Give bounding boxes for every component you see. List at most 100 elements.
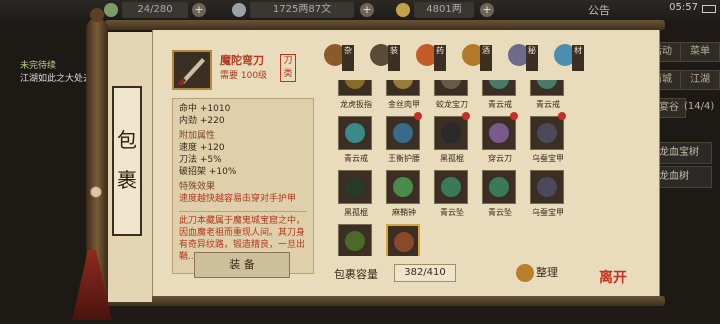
capacity-value: 382/410 — [394, 264, 456, 282]
slot-label: 乌蚕宝甲 — [532, 208, 564, 217]
sort-button[interactable]: 整理 — [512, 262, 572, 284]
slot-frame — [530, 170, 564, 204]
top-status-bar: 24/280 + 1725两87文 + 4801两 + 公告 05:57 — [0, 0, 720, 20]
slot-label: 王衡护腰 — [388, 154, 420, 163]
inventory-slot[interactable]: 青云戒 — [480, 80, 520, 110]
staff-icon — [441, 123, 461, 143]
coins-value: 1725两87文 — [250, 2, 354, 18]
tab-inventory[interactable]: 包裹 — [112, 86, 142, 236]
slot-label: 蛟龙宝刀 — [436, 100, 468, 109]
filter-label: 装 — [388, 45, 400, 71]
slot-label: 金丝肉甲 — [388, 100, 420, 109]
inventory-slot[interactable]: 黑孤棍 — [336, 170, 376, 218]
base-stat: 命中 +1010 — [179, 104, 231, 114]
inventory-slot[interactable]: 青云坠 — [432, 170, 472, 218]
filter-tab[interactable]: 酒 — [460, 42, 494, 76]
slot-label: 穿云刀 — [488, 154, 512, 163]
slot-label: 黑孤棍 — [440, 154, 464, 163]
coin-icon — [232, 3, 246, 17]
slot-frame — [482, 170, 516, 204]
inventory-slot[interactable]: 斷工 — [336, 224, 376, 256]
slot-frame — [386, 80, 420, 96]
blade-icon — [394, 232, 414, 252]
inventory-slot[interactable]: 龙虎扳指 — [336, 80, 376, 110]
slot-label: 黑孤棍 — [344, 208, 368, 217]
ring-icon — [345, 80, 365, 89]
special-title: 特殊效果 — [179, 182, 216, 192]
filter-label: 药 — [434, 45, 446, 71]
slot-frame — [338, 116, 372, 150]
slot-label: 麻鞘钟 — [392, 208, 416, 217]
filter-tab[interactable]: 装 — [368, 42, 402, 76]
slot-label: 青云坠 — [440, 208, 464, 217]
clock: 05:57 — [669, 2, 698, 13]
inventory-slot[interactable]: 青云戒 — [528, 80, 568, 110]
gem-marker-icon — [414, 112, 422, 120]
blade-icon — [489, 123, 509, 143]
extra-stat: 刀法 +5% — [179, 155, 222, 165]
scroll-roll-bottom — [105, 296, 665, 306]
rock-icon — [345, 231, 365, 251]
filter-tab[interactable]: 药 — [414, 42, 448, 76]
slot-label: 青云坠 — [488, 208, 512, 217]
slot-frame — [386, 224, 420, 256]
slot-label: 青云戒 — [344, 154, 368, 163]
inventory-slot[interactable]: 魔陀弯刀 — [384, 224, 424, 256]
inventory-slot[interactable]: 青云坠 — [480, 170, 520, 218]
slot-label: 青云戒 — [488, 100, 512, 109]
extra-stat: 破招架 +10% — [179, 167, 237, 177]
filter-tab[interactable]: 秘 — [506, 42, 540, 76]
blade-icon — [441, 80, 461, 89]
bell-icon — [393, 177, 413, 197]
belt-icon — [393, 123, 413, 143]
filter-label: 材 — [572, 45, 584, 71]
special-text: 速度越快越容易击穿对手护甲 — [179, 194, 297, 204]
armor-icon — [393, 80, 413, 89]
jianghu-button[interactable]: 江湖 — [680, 70, 720, 90]
slot-frame — [434, 116, 468, 150]
add-gems-button[interactable]: + — [480, 3, 494, 17]
item-type-badge: 刀类 — [280, 54, 296, 82]
inventory-slot[interactable]: 黑孤棍 — [432, 112, 472, 164]
scroll-roll-top — [105, 20, 665, 30]
inventory-slot[interactable]: 乌蚕宝甲 — [528, 170, 568, 218]
battery-icon — [702, 5, 716, 13]
base-stat: 内劲 +220 — [179, 116, 225, 126]
slot-frame — [530, 80, 564, 96]
inventory-slot[interactable]: 王衡护腰 — [384, 112, 424, 164]
inventory-slot[interactable]: 青云戒 — [336, 116, 376, 164]
staff-icon — [345, 177, 365, 197]
ingot-icon — [396, 3, 410, 17]
inventory-grid: 龙虎扳指 金丝肉甲 蛟龙宝刀 青云戒 青云戒 青云戒 王衡护腰 黑孤棍 穿云刀 乌蚕宝甲 黑孤棍 麻鞘… — [326, 80, 584, 256]
inventory-slot[interactable]: 穿云刀 — [480, 112, 520, 164]
filter-tab[interactable]: 杂 — [322, 42, 356, 76]
slot-frame — [482, 116, 516, 150]
filter-label: 酒 — [480, 45, 492, 71]
filter-tab[interactable]: 材 — [552, 42, 586, 76]
inventory-slot[interactable]: 麻鞘钟 — [384, 170, 424, 218]
add-coins-button[interactable]: + — [360, 3, 374, 17]
inventory-slot[interactable]: 金丝肉甲 — [384, 80, 424, 110]
energy-icon — [104, 3, 118, 17]
inventory-slot[interactable]: 蛟龙宝刀 — [432, 80, 472, 110]
add-energy-button[interactable]: + — [192, 3, 206, 17]
exit-seal-button[interactable]: 离开 — [598, 270, 628, 306]
equip-button[interactable]: 装 备 — [194, 252, 290, 278]
location-tag: (14/4) — [684, 101, 715, 112]
slot-label: 龙虎扳指 — [340, 100, 372, 109]
slot-frame — [434, 80, 468, 96]
gems-value: 4801两 — [414, 2, 474, 18]
inventory-slot[interactable]: 乌蚕宝甲 — [528, 112, 568, 164]
item-name: 魔陀弯刀 — [220, 54, 264, 67]
gem-marker-icon — [510, 112, 518, 120]
pendant-icon — [489, 177, 509, 197]
ring-icon — [345, 123, 365, 143]
slot-frame — [338, 224, 372, 256]
pendant-icon — [441, 177, 461, 197]
item-stats: 命中 +1010 内劲 +220 附加属性 速度 +120 刀法 +5% 破招架… — [172, 98, 314, 274]
blade-icon — [172, 50, 212, 90]
tab-knob — [90, 186, 102, 198]
notice-button[interactable]: 公告 — [588, 2, 610, 18]
slot-frame — [482, 80, 516, 96]
menu-button[interactable]: 菜单 — [680, 42, 720, 62]
